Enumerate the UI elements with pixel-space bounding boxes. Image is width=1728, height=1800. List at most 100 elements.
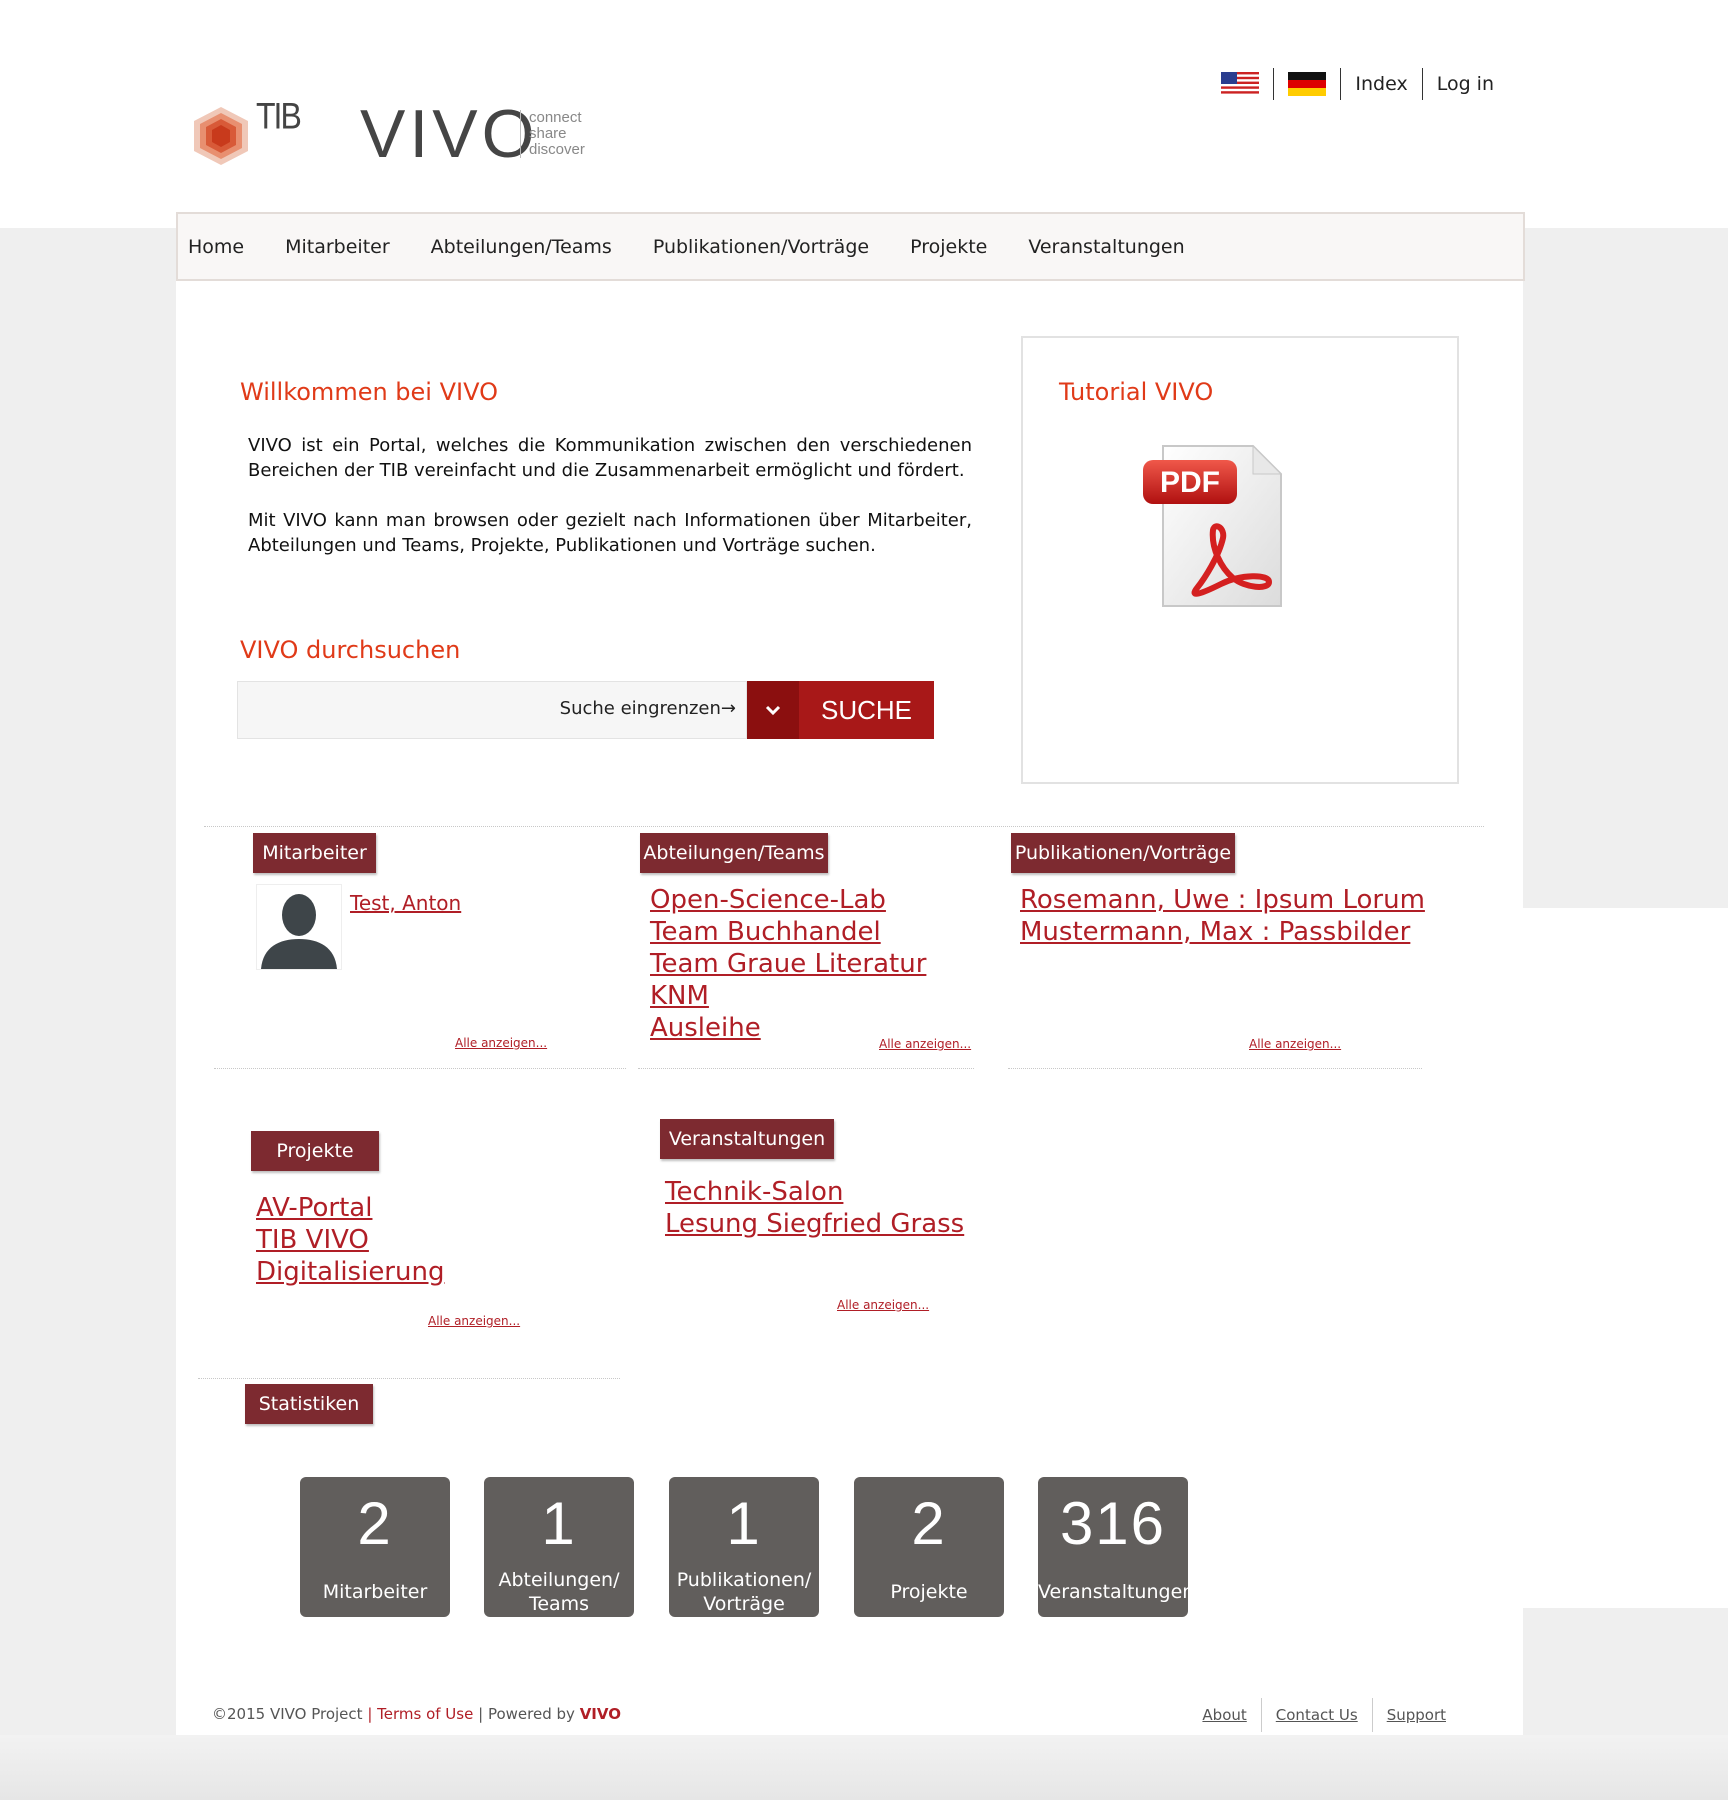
tagline-connect: connect [529, 109, 582, 126]
projekte-list: AV-Portal TIB VIVO Digitalisierung [256, 1192, 444, 1288]
footer-separator [1371, 1698, 1373, 1732]
abteilungen-list: Open-Science-Lab Team Buchhandel Team Gr… [650, 884, 926, 1044]
show-all-veranstaltungen[interactable]: Alle anzeigen... [837, 1298, 929, 1312]
top-links: Index Log in [1207, 68, 1508, 100]
search-dropdown-button[interactable] [747, 681, 799, 739]
nav-home[interactable]: Home [188, 236, 244, 258]
stat-label: Teams [528, 1593, 590, 1615]
section-tag-mitarbeiter[interactable]: Mitarbeiter [253, 833, 376, 873]
pdf-icon[interactable]: PDF [1141, 438, 1291, 618]
stat-label: Projekte [890, 1581, 968, 1603]
welcome-paragraph-1: VIVO ist ein Portal, welches die Kommuni… [248, 435, 972, 481]
about-link[interactable]: About [1202, 1706, 1246, 1724]
pdf-label: PDF [1160, 466, 1220, 499]
footer-separator [1260, 1698, 1262, 1732]
list-item[interactable]: Mustermann, Max : Passbilder [1020, 916, 1425, 948]
us-flag-icon[interactable] [1221, 72, 1260, 96]
section-tag-projekte[interactable]: Projekte [251, 1131, 379, 1171]
side-background [1523, 908, 1728, 1608]
stat-label: Vorträge [703, 1593, 785, 1615]
stat-label: Veranstaltungen [1038, 1581, 1195, 1603]
top-separator [1340, 68, 1342, 100]
nav-publikationen[interactable]: Publikationen/Vorträge [653, 236, 869, 258]
stat-publikationen[interactable]: 1 Publikationen/ Vorträge [669, 1477, 819, 1617]
veranstaltungen-list: Technik-Salon Lesung Siegfried Grass [665, 1176, 964, 1240]
footer-band [0, 1735, 1728, 1800]
publikationen-list: Rosemann, Uwe : Ipsum Lorum Mustermann, … [1020, 884, 1425, 948]
nav-projekte[interactable]: Projekte [910, 236, 987, 258]
divider [204, 826, 1484, 827]
show-all-abteilungen[interactable]: Alle anzeigen... [879, 1037, 971, 1051]
section-tag-veranstaltungen[interactable]: Veranstaltungen [660, 1119, 834, 1159]
tagline-discover: discover [529, 141, 585, 158]
show-all-mitarbeiter[interactable]: Alle anzeigen... [455, 1036, 547, 1050]
search-input[interactable]: Suche eingrenzen→ [237, 681, 747, 739]
tagline-share: share [529, 125, 567, 142]
login-link[interactable]: Log in [1437, 73, 1494, 95]
list-item[interactable]: Digitalisierung [256, 1256, 444, 1288]
powered-by-brand[interactable]: VIVO [580, 1705, 621, 1723]
stat-number: 1 [726, 1490, 762, 1557]
person-silhouette-icon [261, 894, 337, 969]
show-all-publikationen[interactable]: Alle anzeigen... [1249, 1037, 1341, 1051]
stat-projekte[interactable]: 2 Projekte [854, 1477, 1004, 1617]
search-title: VIVO durchsuchen [240, 636, 461, 664]
copyright-text: ©2015 VIVO Project [212, 1705, 363, 1723]
welcome-paragraph-2: Mit VIVO kann man browsen oder gezielt n… [248, 510, 972, 556]
vivo-tagline: connect share discover [520, 110, 585, 158]
welcome-title: Willkommen bei VIVO [240, 378, 498, 406]
german-flag-icon[interactable] [1288, 72, 1327, 96]
stat-label: Publikationen/ [676, 1569, 812, 1591]
list-item[interactable]: Lesung Siegfried Grass [665, 1208, 964, 1240]
stat-abteilungen[interactable]: 1 Abteilungen/ Teams [484, 1477, 634, 1617]
avatar[interactable] [256, 884, 342, 970]
tib-cube-icon [194, 107, 248, 165]
list-item[interactable]: TIB VIVO [256, 1224, 444, 1256]
support-link[interactable]: Support [1387, 1706, 1446, 1724]
chevron-down-icon [765, 705, 781, 716]
stat-label: Abteilungen/ [498, 1569, 620, 1591]
section-tag-abteilungen[interactable]: Abteilungen/Teams [640, 833, 828, 873]
tib-logo[interactable]: TIB [190, 95, 310, 175]
section-tag-statistiken: Statistiken [245, 1384, 373, 1424]
footer-copyright: ©2015 VIVO Project | Terms of Use | Powe… [212, 1705, 621, 1723]
divider [198, 1378, 620, 1379]
list-item[interactable]: AV-Portal [256, 1192, 444, 1224]
list-item[interactable]: Team Buchhandel [650, 916, 926, 948]
nav-abteilungen[interactable]: Abteilungen/Teams [431, 236, 612, 258]
tutorial-title: Tutorial VIVO [1059, 378, 1214, 406]
section-tag-publikationen[interactable]: Publikationen/Vorträge [1011, 833, 1235, 873]
powered-by-text: Powered by [487, 1705, 575, 1723]
footer-links: About Contact Us Support [1188, 1698, 1460, 1732]
nav-veranstaltungen[interactable]: Veranstaltungen [1028, 236, 1184, 258]
divider [214, 1068, 626, 1069]
vivo-logo[interactable]: VIVO connect share discover [360, 96, 585, 172]
list-item[interactable]: Team Graue Literatur [650, 948, 926, 980]
divider [638, 1068, 974, 1069]
tib-logo-text: TIB [256, 95, 302, 137]
stat-label: Mitarbeiter [322, 1581, 428, 1603]
stat-veranstaltungen[interactable]: 316 Veranstaltungen [1038, 1477, 1195, 1617]
terms-link[interactable]: Terms of Use [377, 1705, 473, 1723]
show-all-projekte[interactable]: Alle anzeigen... [428, 1314, 520, 1328]
divider [1008, 1068, 1422, 1069]
vivo-logo-text: VIVO [360, 96, 539, 172]
person-link[interactable]: Test, Anton [350, 891, 461, 915]
list-item[interactable]: KNM [650, 980, 926, 1012]
contact-link[interactable]: Contact Us [1276, 1706, 1358, 1724]
tutorial-box: Tutorial VIVO PDF [1021, 336, 1459, 784]
stat-number: 2 [911, 1490, 947, 1557]
top-separator [1273, 68, 1275, 100]
stat-number: 2 [357, 1490, 393, 1557]
stat-number: 316 [1059, 1490, 1167, 1557]
search-button[interactable]: SUCHE [799, 681, 934, 739]
refine-search-toggle[interactable]: Suche eingrenzen→ [560, 698, 736, 719]
nav-mitarbeiter[interactable]: Mitarbeiter [285, 236, 390, 258]
top-separator [1421, 68, 1423, 100]
index-link[interactable]: Index [1355, 73, 1407, 95]
main-nav: Home Mitarbeiter Abteilungen/Teams Publi… [176, 212, 1525, 281]
stat-mitarbeiter[interactable]: 2 Mitarbeiter [300, 1477, 450, 1617]
list-item[interactable]: Open-Science-Lab [650, 884, 926, 916]
list-item[interactable]: Rosemann, Uwe : Ipsum Lorum [1020, 884, 1425, 916]
list-item[interactable]: Technik-Salon [665, 1176, 964, 1208]
